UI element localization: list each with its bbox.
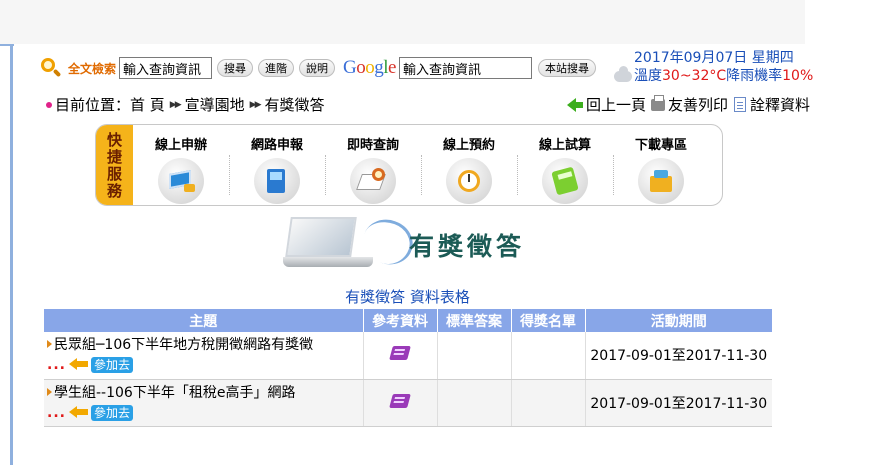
reference-cell [363, 379, 438, 427]
google-search-input[interactable] [398, 57, 532, 79]
breadcrumb-promotion-link[interactable]: 宣導園地 [185, 94, 245, 115]
period-cell: 2017-09-01至2017-11-30 [585, 332, 772, 380]
quick-item-download[interactable]: 下載專區 [613, 125, 709, 205]
left-border-line [10, 44, 13, 465]
cloud-icon [614, 65, 632, 82]
table-caption: 有獎徵答 資料表格 [345, 288, 470, 306]
back-link[interactable]: 回上一頁 [586, 94, 646, 115]
computer-tower-icon [254, 158, 300, 204]
header-period: 活動期間 [585, 309, 772, 332]
winners-cell [511, 332, 586, 380]
triangle-bullet-icon [47, 387, 52, 396]
bullet-icon [46, 101, 52, 108]
double-arrow-icon: ▶▶ [249, 99, 262, 110]
fulltext-search-label: 全文檢索 [68, 61, 117, 76]
reference-cell [363, 332, 438, 380]
double-arrow-icon: ▶▶ [169, 99, 182, 110]
quick-item-online-booking[interactable]: 線上預約 [421, 125, 517, 205]
rain-value: 10% [782, 68, 814, 84]
pointing-hand-icon [68, 358, 89, 371]
top-bar [0, 0, 805, 44]
rain-label: 降雨機率 [726, 68, 783, 84]
quiz-table: 主題 參考資料 標準答案 得獎名單 活動期間 民眾組─106下半年地方稅開徵網路… [44, 309, 772, 427]
advanced-search-button[interactable]: 進階 [258, 59, 295, 77]
document-search-icon [350, 158, 396, 204]
current-date: 2017年09月07日 星期四 [634, 50, 794, 66]
download-box-icon [638, 158, 684, 204]
header-topic: 主題 [44, 309, 364, 332]
table-header-row: 主題 參考資料 標準答案 得獎名單 活動期間 [44, 309, 772, 332]
printer-icon [651, 94, 666, 111]
header-winners: 得獎名單 [511, 309, 586, 332]
page-tools: 回上一頁 友善列印 詮釋資料 [567, 94, 810, 115]
topic-link[interactable]: 民眾組─106下半年地方稅開徵網路有獎徵 [54, 337, 313, 353]
answer-cell [437, 332, 512, 380]
join-button[interactable]: 參加去 [90, 357, 133, 374]
book-icon[interactable] [389, 393, 411, 408]
breadcrumb-current: 有獎徵答 [264, 96, 325, 114]
join-button[interactable]: 參加去 [90, 404, 133, 421]
page-banner: 有獎徵答 [283, 212, 543, 274]
book-icon[interactable] [389, 346, 411, 361]
banner-title: 有獎徵答 [409, 232, 526, 261]
temperature-label: 溫度 [634, 68, 662, 84]
quick-services-panel: 快 捷 服 務 線上申辦 網路申報 即時查詢 線上預約 線上試算 下載專區 [95, 124, 723, 206]
left-border-cap [0, 44, 14, 50]
breadcrumb: 目前位置： 首 頁 ▶▶ 宣導園地 ▶▶ 有獎徵答 [46, 94, 325, 115]
topic-cell: 學生組--106下半年「租稅e高手」網路 ... 參加去 [44, 379, 364, 427]
search-bar: 全文檢索 搜尋 進階 說明 Google 本站搜尋 [40, 56, 596, 80]
help-button[interactable]: 說明 [299, 59, 336, 77]
header-reference: 參考資料 [363, 309, 438, 332]
date-weather-panel: 2017年09月07日 星期四 溫度 30~32°C 降雨機率 10% [614, 49, 813, 85]
fulltext-search-input[interactable] [119, 57, 213, 79]
quick-item-online-apply[interactable]: 線上申辦 [133, 125, 229, 205]
quick-item-online-filing[interactable]: 網路申報 [229, 125, 325, 205]
quick-item-online-calculation[interactable]: 線上試算 [517, 125, 613, 205]
glossary-link[interactable]: 詮釋資料 [750, 94, 810, 115]
topic-cell: 民眾組─106下半年地方稅開徵網路有獎徵 ... 參加去 [44, 332, 364, 380]
document-icon [734, 97, 747, 112]
google-logo: Google [343, 57, 396, 78]
breadcrumb-prefix: 目前位置： [55, 96, 131, 114]
quick-item-instant-query[interactable]: 即時查詢 [325, 125, 421, 205]
alarm-clock-icon [446, 158, 492, 204]
quick-services-tag: 快 捷 服 務 [96, 125, 133, 205]
winners-cell [511, 379, 586, 427]
pointing-hand-icon [68, 405, 89, 418]
answer-cell [437, 379, 512, 427]
monitor-apply-icon [158, 158, 204, 204]
table-row: 學生組--106下半年「租稅e高手」網路 ... 參加去 2017-09-01至2… [44, 379, 772, 427]
triangle-bullet-icon [47, 340, 52, 349]
calculator-icon [542, 158, 588, 204]
print-link[interactable]: 友善列印 [668, 94, 728, 115]
search-button[interactable]: 搜尋 [217, 59, 254, 77]
back-arrow-icon [567, 97, 576, 112]
table-row: 民眾組─106下半年地方稅開徵網路有獎徵 ... 參加去 2017-09-01至2… [44, 332, 772, 380]
header-answer: 標準答案 [437, 309, 512, 332]
site-search-button[interactable]: 本站搜尋 [537, 59, 596, 77]
magnifier-icon [40, 57, 62, 79]
laptop-icon [285, 217, 357, 257]
topic-link[interactable]: 學生組--106下半年「租稅e高手」網路 [54, 385, 295, 401]
temperature-value: 30~32°C [662, 68, 727, 84]
breadcrumb-home-link[interactable]: 首 頁 [130, 94, 165, 115]
period-cell: 2017-09-01至2017-11-30 [585, 379, 772, 427]
